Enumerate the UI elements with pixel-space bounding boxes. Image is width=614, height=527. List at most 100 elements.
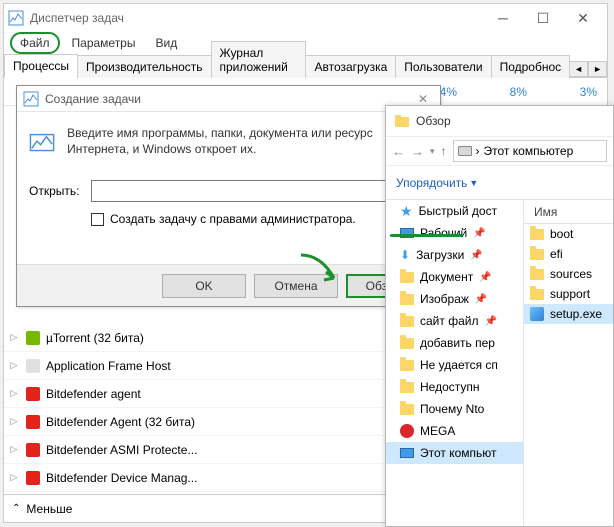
tree-item[interactable]: Почему Nto: [386, 398, 523, 420]
tree-item[interactable]: Документ 📌: [386, 266, 523, 288]
tree-item[interactable]: Рабочий 📌: [386, 222, 523, 244]
tree-item[interactable]: Изображ📌: [386, 288, 523, 310]
titlebar[interactable]: Диспетчер задач ─ ☐ ✕: [4, 4, 607, 32]
header-pct-1[interactable]: 8%: [467, 85, 537, 99]
file-list[interactable]: Имя boot efi sources support setup.exe: [524, 200, 613, 526]
tree-item[interactable]: Не удается сп: [386, 354, 523, 376]
file-row[interactable]: sources: [524, 264, 613, 284]
dialog-titlebar[interactable]: Создание задачи ✕: [17, 86, 440, 112]
back-button[interactable]: ←: [392, 144, 405, 159]
file-row[interactable]: boot: [524, 224, 613, 244]
maximize-button[interactable]: ☐: [523, 4, 563, 32]
fb-toolbar: Упорядочить ▼: [386, 166, 613, 200]
tree-item[interactable]: Этот компьют: [386, 442, 523, 464]
menu-file[interactable]: Файл: [10, 32, 60, 54]
pin-icon: 📌: [473, 228, 485, 239]
tree-item[interactable]: Недоступн: [386, 376, 523, 398]
cancel-button[interactable]: Отмена: [254, 274, 338, 298]
tab-processes[interactable]: Процессы: [4, 54, 78, 78]
nav-tree[interactable]: ★Быстрый достРабочий📌⬇Загрузки📌Документ📌…: [386, 200, 524, 526]
up-button[interactable]: ↑: [441, 144, 447, 158]
expand-icon[interactable]: ▷: [4, 416, 24, 427]
create-task-dialog: Создание задачи ✕ Введите имя программы,…: [16, 85, 441, 307]
dialog-close-button[interactable]: ✕: [412, 92, 434, 106]
chevron-up-icon: ⌃: [12, 503, 20, 514]
expand-icon[interactable]: ▷: [4, 472, 24, 483]
tree-item[interactable]: сайт файл📌: [386, 310, 523, 332]
tab-details[interactable]: Подробнос: [491, 55, 571, 78]
file-name: sources: [550, 267, 592, 281]
tab-performance[interactable]: Производительность: [77, 55, 211, 78]
file-row[interactable]: support: [524, 284, 613, 304]
folder-icon: [400, 360, 414, 371]
organize-button[interactable]: Упорядочить: [396, 176, 467, 190]
expand-icon[interactable]: ▷: [4, 332, 24, 343]
expand-icon[interactable]: ▷: [4, 360, 24, 371]
tree-label: Не удается сп: [420, 358, 498, 372]
file-row[interactable]: setup.exe: [524, 304, 613, 324]
file-row[interactable]: efi: [524, 244, 613, 264]
fb-titlebar[interactable]: Обзор: [386, 106, 613, 136]
admin-checkbox[interactable]: [91, 213, 104, 226]
folder-icon: [530, 249, 544, 260]
dialog-description: Введите имя программы, папки, документа …: [67, 126, 428, 162]
file-name: support: [550, 287, 590, 301]
organize-dropdown-icon[interactable]: ▼: [469, 178, 478, 188]
ok-button[interactable]: OK: [162, 274, 246, 298]
folder-icon: [530, 269, 544, 280]
annotation-underline: [390, 234, 462, 237]
process-icon: [24, 471, 42, 485]
folder-icon: [400, 272, 414, 283]
breadcrumb-sep: ›: [476, 144, 480, 158]
run-big-icon: [29, 126, 55, 162]
tree-item[interactable]: ★Быстрый дост: [386, 200, 523, 222]
open-input[interactable]: [91, 180, 428, 202]
tab-startup[interactable]: Автозагрузка: [305, 55, 396, 78]
tree-label: MEGA: [420, 424, 455, 438]
address-text[interactable]: Этот компьютер: [484, 144, 574, 158]
folder-icon: [400, 382, 414, 393]
minimize-button[interactable]: ─: [483, 4, 523, 32]
tab-users[interactable]: Пользователи: [395, 55, 491, 78]
star-icon: ★: [400, 203, 413, 220]
fb-title-text: Обзор: [416, 114, 451, 128]
download-icon: ⬇: [400, 248, 410, 262]
process-icon: [24, 415, 42, 429]
tree-item[interactable]: добавить пер: [386, 332, 523, 354]
expand-icon[interactable]: ▷: [4, 388, 24, 399]
folder-icon: [400, 294, 414, 305]
open-label: Открыть:: [29, 184, 83, 198]
tree-label: Рабочий: [420, 226, 467, 240]
file-browser-window: Обзор ← → ▾ ↑ › Этот компьютер Упорядочи…: [385, 105, 614, 527]
file-name: efi: [550, 247, 563, 261]
tree-label: Почему Nto: [420, 402, 484, 416]
folder-icon: [400, 404, 414, 415]
forward-button[interactable]: →: [411, 144, 424, 159]
tree-label: Документ: [420, 270, 473, 284]
process-icon: [24, 387, 42, 401]
process-icon: [24, 443, 42, 457]
header-pct-2[interactable]: 3%: [537, 85, 607, 99]
tab-scroll-right[interactable]: ►: [588, 61, 607, 77]
pin-icon: 📌: [475, 294, 487, 305]
tab-app-history[interactable]: Журнал приложений: [211, 41, 307, 78]
folder-icon: [530, 289, 544, 300]
close-button[interactable]: ✕: [563, 4, 603, 32]
task-manager-icon: [8, 10, 24, 26]
address-bar[interactable]: › Этот компьютер: [453, 140, 607, 162]
menu-view[interactable]: Вид: [147, 34, 185, 52]
tree-item[interactable]: ⬇Загрузки📌: [386, 244, 523, 266]
dialog-title: Создание задачи: [45, 92, 412, 106]
tree-label: добавить пер: [420, 336, 495, 350]
pin-icon: 📌: [470, 250, 482, 261]
history-dropdown[interactable]: ▾: [430, 146, 435, 157]
tree-item[interactable]: MEGA: [386, 420, 523, 442]
menu-options[interactable]: Параметры: [64, 34, 144, 52]
expand-icon[interactable]: ▷: [4, 444, 24, 455]
column-header-name[interactable]: Имя: [524, 200, 613, 224]
tree-label: Этот компьют: [420, 446, 497, 460]
pin-icon: 📌: [479, 272, 491, 283]
fewer-details-button[interactable]: Меньше: [26, 502, 72, 516]
tab-scroll-left[interactable]: ◄: [569, 61, 588, 77]
computer-icon: [458, 146, 472, 156]
